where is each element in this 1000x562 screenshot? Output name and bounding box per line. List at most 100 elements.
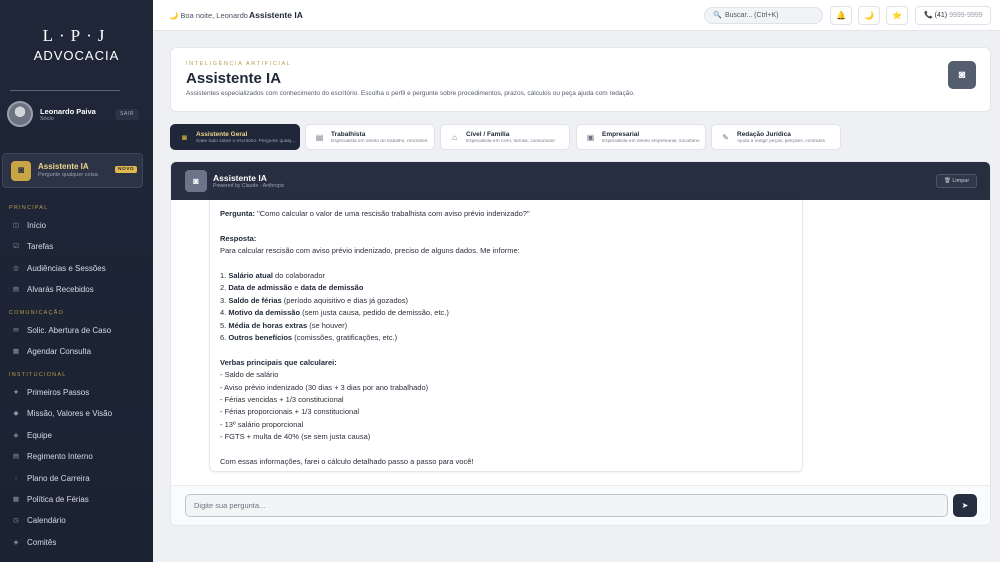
list-item: - 13º salário proporcional (220, 419, 304, 429)
clear-chat-button[interactable]: 🗑 Limpar (936, 174, 977, 188)
user-role: Sócio (40, 116, 54, 122)
profile-subtitle: Ajuda a redigir peças, petições, contrat… (737, 139, 825, 144)
breadcrumb-separator: › (243, 11, 246, 18)
profile-tab-empresarial[interactable]: ▣ Empresarial Especialista em direito em… (576, 124, 706, 150)
profile-title: Trabalhista (331, 131, 366, 138)
question-line: Pergunta: "Como calcular o valor de uma … (220, 208, 792, 220)
send-icon: ➤ (961, 501, 969, 510)
greeting: 🌙 Boa noite, Leonardo (169, 11, 248, 20)
sidebar-item-plano-carreira[interactable]: ↑ Plano de Carreira (0, 470, 153, 488)
document-icon: ▤ (12, 453, 20, 460)
brand-logo[interactable]: L·P·J ADVOCACIA (0, 0, 153, 92)
list-item: 5. Média de horas extras (se houver) (220, 320, 348, 330)
list-item: 2. Data de admissão e data de demissão (220, 283, 364, 293)
sidebar-item-comites[interactable]: ◈ Comitês (0, 534, 153, 552)
profile-subtitle: Sabe tudo sobre o escritório. Pergunte q… (196, 139, 296, 144)
answer-intro: Para calcular rescisão com aviso prévio … (220, 246, 520, 256)
profile-subtitle: Especialista em direito empresarial, soc… (602, 139, 700, 144)
list-item: 1. Salário atual do colaborador (220, 271, 326, 280)
search-placeholder: Buscar... (Ctrl+K) (725, 12, 779, 19)
phone-contact[interactable]: 📞 (41) 9999-9999 (915, 6, 991, 25)
sidebar-item-regimento[interactable]: ▤ Regimento Interno (0, 448, 153, 466)
briefcase-icon: ▣ (586, 133, 595, 142)
closing-text: Com essas informações, farei o cálculo d… (220, 457, 474, 467)
robot-icon: ◙ (182, 133, 187, 142)
verbas-title: Verbas principais que calcularei: (220, 357, 337, 367)
section-title-comunicacao: COMUNICAÇÃO (9, 310, 65, 316)
profile-tab-redacao[interactable]: ✎ Redação Jurídica Ajuda a redigir peças… (711, 124, 841, 150)
profile-subtitle: Especialista em cível, família, consumid… (466, 139, 556, 144)
list-item: - Aviso prévio indenizado (30 dias + 3 d… (220, 382, 429, 392)
pen-icon: ✎ (722, 133, 729, 142)
question-label: Pergunta: (220, 209, 256, 218)
arrow-up-icon: ↑ (14, 475, 18, 482)
sidebar-item-label: Política de Férias (27, 495, 89, 504)
target-icon: ◎ (13, 265, 19, 272)
chat-header: ◙ Assistente IA Powered by Claude - Anth… (171, 162, 990, 200)
brand-initials: L·P·J (42, 26, 111, 45)
list-item: - FGTS + multa de 40% (se sem justa caus… (220, 432, 371, 442)
moon-icon: 🌙 (864, 11, 874, 20)
diamond-icon: ◆ (13, 410, 19, 417)
sidebar-item-equipe[interactable]: ◈ Equipe (0, 427, 153, 445)
sidebar-item-label: Solic. Abertura de Caso (27, 326, 112, 335)
phone-prefix: (41) (934, 12, 948, 19)
sidebar-item-label: Primeiros Passos (27, 388, 90, 397)
robot-icon: ◙ (11, 161, 31, 181)
page-header-card: INTELIGÊNCIA ARTIFICIAL Assistente IA As… (170, 47, 991, 112)
document-icon: ▤ (315, 133, 324, 142)
sidebar-item-alvaras[interactable]: ▤ Alvarás Recebidos (0, 281, 153, 299)
sidebar-item-missao[interactable]: ◆ Missão, Valores e Visão (0, 405, 153, 423)
calendar-icon: ▦ (12, 348, 20, 355)
profile-tab-trabalhista[interactable]: ▤ Trabalhista Especialista em direito do… (305, 124, 435, 150)
profile-subtitle: Especialista em direito do trabalho, res… (331, 139, 428, 144)
sidebar-item-label: Plano de Carreira (27, 474, 90, 483)
profile-title: Cível / Família (466, 131, 510, 138)
profile-tab-geral[interactable]: ◙ Assistente Geral Sabe tudo sobre o esc… (170, 124, 300, 150)
search-box[interactable]: 🔍 Buscar... (Ctrl+K) (704, 7, 823, 24)
checkbox-icon: ☑ (13, 243, 19, 250)
ai-assistant-card[interactable]: ◙ Assistente IA Pergunte qualquer coisa … (2, 153, 143, 188)
notification-button[interactable]: 🔔 (830, 6, 852, 25)
theme-toggle-button[interactable]: 🌙 (858, 6, 880, 25)
chat-subtitle: Powered by Claude - Anthropic (213, 183, 285, 189)
sidebar-item-abertura-caso[interactable]: ✉ Solic. Abertura de Caso (0, 322, 153, 340)
sidebar-item-inicio[interactable]: ◫ Início (0, 217, 153, 235)
sidebar-item-label: Missão, Valores e Visão (27, 409, 113, 418)
profile-tab-civel[interactable]: ⌂ Cível / Família Especialista em cível,… (440, 124, 570, 150)
sidebar-item-ferias[interactable]: ▦ Política de Férias (0, 491, 153, 509)
divider (10, 90, 120, 91)
avatar[interactable] (7, 101, 33, 127)
sidebar-item-primeiros-passos[interactable]: ★ Primeiros Passos (0, 384, 153, 402)
sidebar-item-label: Início (27, 221, 47, 230)
list-item: - Férias vencidas + 1/3 constitucional (220, 395, 344, 405)
user-profile: Leonardo Paiva Sócio SAIR (0, 96, 153, 138)
logout-button[interactable]: SAIR (115, 109, 139, 120)
team-icon: ◈ (13, 432, 19, 439)
sidebar-item-audiencias[interactable]: ◎ Audiências e Sessões (0, 260, 153, 278)
courthouse-icon: ⌂ (452, 133, 457, 142)
profile-title: Empresarial (602, 131, 640, 138)
top-bar: 🌙 Boa noite, Leonardo › Assistente IA 🔍 … (153, 0, 1000, 31)
sidebar-item-agendar[interactable]: ▦ Agendar Consulta (0, 343, 153, 361)
favorites-button[interactable]: ⭐ (886, 6, 908, 25)
star-icon: ⭐ (892, 11, 902, 20)
robot-icon: ◙ (185, 170, 207, 192)
chat-input[interactable] (185, 494, 948, 517)
sidebar-item-label: Tarefas (27, 242, 54, 251)
breadcrumb-current: Assistente IA (249, 10, 303, 20)
list-item: 4. Motivo da demissão (sem justa causa, … (220, 308, 449, 318)
home-icon: ◫ (12, 222, 20, 229)
bell-icon: 🔔 (836, 11, 846, 20)
document-icon: ▤ (12, 286, 20, 293)
clock-icon: ◷ (13, 517, 19, 524)
user-name: Leonardo Paiva (40, 107, 96, 116)
sidebar-item-tarefas[interactable]: ☑ Tarefas (0, 238, 153, 256)
send-button[interactable]: ➤ (953, 494, 977, 517)
sidebar-item-calendario[interactable]: ◷ Calendário (0, 512, 153, 530)
assistant-message: Pergunta: "Como calcular o valor de uma … (209, 200, 803, 472)
page-description: Assistentes especializados com conhecime… (186, 90, 635, 97)
chat-input-area: ➤ (171, 485, 990, 525)
chat-panel: ◙ Assistente IA Powered by Claude - Anth… (170, 161, 991, 526)
question-text: "Como calcular o valor de uma rescisão t… (255, 209, 530, 218)
